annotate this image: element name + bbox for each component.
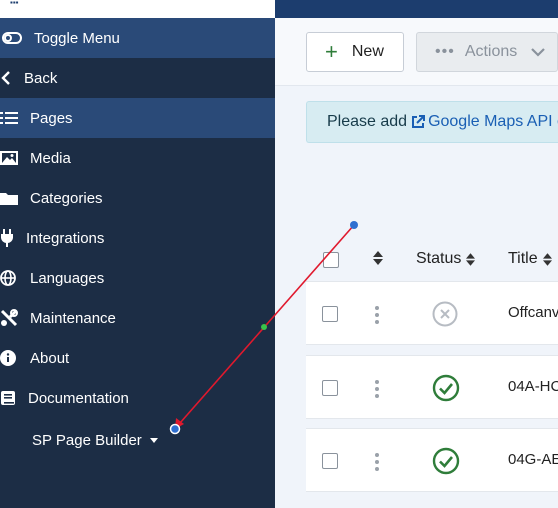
sort-icon — [466, 252, 476, 266]
sidebar-item-label: SP Page Builder — [32, 431, 142, 449]
unpublished-status-icon[interactable] — [432, 301, 458, 332]
sidebar-item-label: Integrations — [26, 229, 105, 247]
row-checkbox[interactable] — [322, 306, 338, 322]
sidebar-item-about[interactable]: About — [0, 338, 275, 378]
sidebar-item-label: Back — [24, 69, 58, 87]
alert-text: Please add — [327, 113, 408, 130]
image-icon — [0, 151, 30, 165]
row-checkbox[interactable] — [322, 380, 338, 396]
sidebar-item-label: About — [30, 349, 70, 367]
alert-link-text: Google Maps API c — [428, 113, 558, 130]
external-link-icon — [412, 115, 426, 128]
column-header-title[interactable]: Title — [508, 250, 552, 268]
drag-handle-icon[interactable] — [375, 380, 379, 398]
globe-icon — [0, 270, 30, 286]
actions-button[interactable]: ••• Actions — [416, 32, 558, 72]
column-header-status-label: Status — [416, 250, 462, 267]
published-status-icon[interactable] — [432, 447, 460, 480]
sidebar-item-categories[interactable]: Categories — [0, 178, 275, 218]
sidebar-item-languages[interactable]: Languages — [0, 258, 275, 298]
toggle-menu-label: Toggle Menu — [34, 29, 120, 47]
table-row[interactable]: 04G-AE — [306, 428, 558, 492]
sidebar-item-label: Pages — [30, 109, 73, 127]
sidebar-item-pages[interactable]: Pages — [0, 98, 275, 138]
toggle-menu-button[interactable]: Toggle Menu — [0, 18, 275, 58]
published-status-icon[interactable] — [432, 374, 460, 407]
row-checkbox[interactable] — [322, 453, 338, 469]
folder-icon — [0, 191, 30, 205]
new-button-label: New — [351, 43, 384, 60]
plus-icon: + — [325, 39, 338, 64]
sidebar: ▪▪▪ Toggle Menu Back Pages Media Categor… — [0, 0, 275, 508]
google-maps-api-link[interactable]: Google Maps API c — [411, 113, 558, 131]
sidebar-item-label: Maintenance — [30, 309, 116, 327]
column-header-title-label: Title — [508, 250, 538, 267]
sidebar-item-label: Documentation — [28, 389, 129, 407]
table-row[interactable]: Offcanv — [306, 281, 558, 345]
row-title[interactable]: 04A-HC — [508, 378, 558, 395]
sidebar-item-label: Languages — [30, 269, 105, 287]
sidebar-item-label: Categories — [30, 189, 103, 207]
column-header-status[interactable]: Status — [416, 250, 476, 268]
book-icon — [0, 390, 28, 406]
tools-icon — [0, 309, 30, 327]
new-button[interactable]: + New — [306, 32, 404, 72]
row-title[interactable]: 04G-AE — [508, 451, 558, 468]
sidebar-item-sp-page-builder[interactable]: SP Page Builder — [0, 420, 275, 460]
info-alert: Please add Google Maps API c — [306, 101, 558, 143]
sort-icon — [542, 252, 552, 266]
table-row[interactable]: 04A-HC — [306, 355, 558, 419]
sort-icon[interactable] — [373, 251, 383, 265]
logo-strip: ▪▪▪ — [0, 0, 275, 18]
drag-handle-icon[interactable] — [375, 306, 379, 324]
header-bar — [275, 0, 558, 18]
logo-icon: ▪▪▪ — [10, 0, 19, 7]
toggle-icon — [2, 32, 24, 44]
plug-icon — [0, 229, 26, 247]
sidebar-item-media[interactable]: Media — [0, 138, 275, 178]
sidebar-item-documentation[interactable]: Documentation — [0, 378, 275, 418]
sidebar-item-integrations[interactable]: Integrations — [0, 218, 275, 258]
list-icon — [0, 111, 30, 125]
ellipsis-icon: ••• — [435, 43, 455, 60]
sidebar-item-back[interactable]: Back — [0, 58, 275, 98]
select-all-checkbox[interactable] — [323, 252, 339, 268]
info-icon — [0, 350, 30, 366]
toolbar: + New ••• Actions — [275, 18, 558, 86]
caret-down-icon — [149, 437, 158, 443]
annotation-start-dot — [350, 221, 358, 229]
sidebar-item-maintenance[interactable]: Maintenance — [0, 298, 275, 338]
actions-button-label: Actions — [464, 43, 518, 60]
sidebar-item-label: Media — [30, 149, 71, 167]
table-header: Status Title — [306, 238, 558, 280]
drag-handle-icon[interactable] — [375, 453, 379, 471]
chevron-down-icon — [531, 47, 546, 57]
row-title[interactable]: Offcanv — [508, 304, 558, 321]
